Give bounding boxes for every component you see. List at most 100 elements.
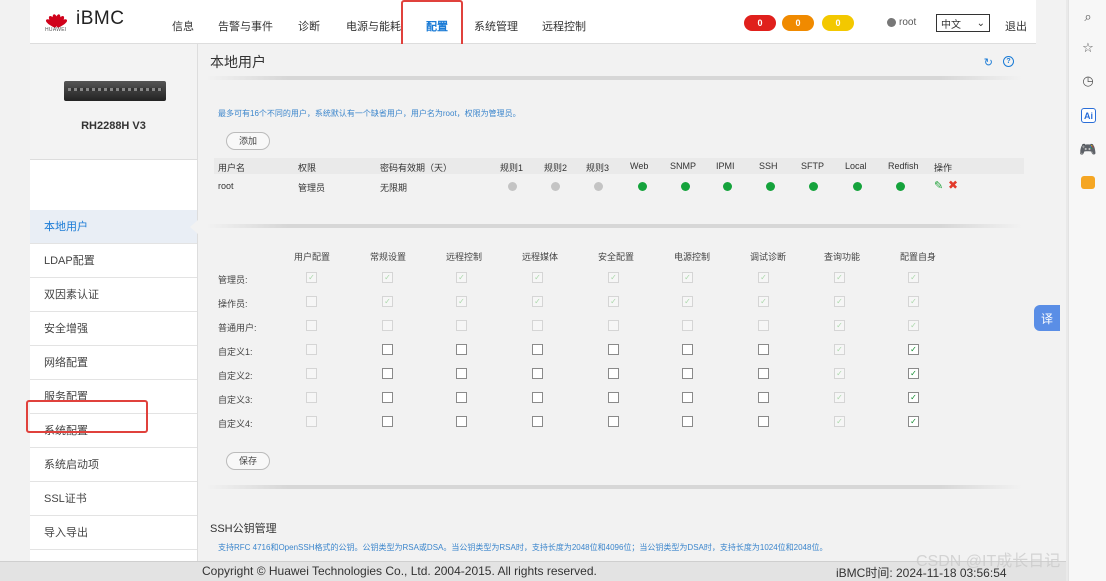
logout-link[interactable]: 退出 (1005, 18, 1027, 34)
user-icon (887, 18, 896, 27)
nav-alarms-events[interactable]: 告警与事件 (218, 18, 273, 34)
sidebar-item-boot-options[interactable]: 系统启动项 (30, 448, 197, 482)
nav-system-management[interactable]: 系统管理 (474, 18, 518, 34)
permission-checkbox: ✓ (908, 320, 919, 331)
permission-checkbox[interactable] (456, 344, 467, 355)
divider (206, 224, 1022, 228)
star-icon[interactable]: ☆ (1079, 39, 1097, 57)
sidebar: RH2288H V3 本地用户 LDAP配置 双因素认证 安全增强 网络配置 服… (30, 44, 198, 564)
col-header: 操作 (934, 163, 953, 173)
nav-remote-control[interactable]: 远程控制 (542, 18, 586, 34)
edit-icon[interactable]: ✎ (934, 179, 943, 192)
permission-checkbox: ✓ (306, 272, 317, 283)
permission-checkbox[interactable]: ✓ (908, 392, 919, 403)
col-header: IPMI (716, 161, 735, 171)
permission-row-label: 自定义1: (218, 347, 253, 357)
permission-checkbox[interactable] (682, 344, 693, 355)
huawei-logo-icon: HUAWEI (44, 8, 70, 33)
permission-checkbox[interactable]: ✓ (908, 344, 919, 355)
permission-checkbox[interactable]: ✓ (908, 368, 919, 379)
sidebar-item-two-factor[interactable]: 双因素认证 (30, 278, 197, 312)
language-select[interactable]: 中文 ⌄ (936, 14, 990, 32)
col-header: SFTP (801, 161, 825, 171)
perm-col-header: 常规设置 (370, 252, 407, 262)
history-icon[interactable]: ◷ (1079, 72, 1097, 90)
nav-power[interactable]: 电源与能耗 (346, 18, 401, 34)
top-navigation: HUAWEI iBMC 信息 告警与事件 诊断 电源与能耗 配置 系统管理 远程… (30, 0, 1036, 44)
permission-checkbox[interactable] (382, 416, 393, 427)
help-icon[interactable]: ? (1003, 56, 1014, 67)
permission-checkbox[interactable] (758, 368, 769, 379)
nav-diagnostics[interactable]: 诊断 (298, 18, 320, 34)
rule2-status-dot (551, 182, 560, 191)
permission-checkbox: ✓ (532, 296, 543, 307)
critical-alarm-badge[interactable]: 0 (744, 15, 776, 31)
permission-checkbox[interactable] (456, 392, 467, 403)
row-username: root (218, 181, 234, 191)
permission-checkbox[interactable] (608, 392, 619, 403)
sidebar-item-local-users[interactable]: 本地用户 (30, 210, 198, 244)
permission-row-label: 普通用户: (218, 323, 257, 333)
sidebar-item-import-export[interactable]: 导入导出 (30, 516, 197, 550)
permission-checkbox[interactable] (456, 416, 467, 427)
permission-checkbox[interactable] (682, 368, 693, 379)
delete-icon[interactable]: ✖ (948, 178, 958, 192)
permission-checkbox[interactable] (456, 368, 467, 379)
col-header: Local (845, 161, 867, 171)
ssh-section-title: SSH公钥管理 (210, 523, 277, 535)
sidebar-item-ldap[interactable]: LDAP配置 (30, 244, 197, 278)
major-alarm-badge[interactable]: 0 (782, 15, 814, 31)
permission-checkbox: ✓ (834, 368, 845, 379)
permission-checkbox: ✓ (908, 272, 919, 283)
permission-checkbox: ✓ (758, 296, 769, 307)
server-model: RH2288H V3 (81, 120, 146, 132)
minor-alarm-badge[interactable]: 0 (822, 15, 854, 31)
translate-button[interactable]: 译 (1034, 305, 1060, 331)
permission-checkbox (456, 320, 467, 331)
permission-checkbox[interactable] (682, 416, 693, 427)
game-icon[interactable]: 🎮 (1079, 140, 1097, 158)
permission-checkbox[interactable] (682, 392, 693, 403)
sftp-status-dot (809, 182, 818, 191)
permission-row-label: 自定义3: (218, 395, 253, 405)
permission-checkbox: ✓ (834, 320, 845, 331)
bag-icon[interactable] (1081, 176, 1095, 189)
permission-checkbox[interactable] (608, 368, 619, 379)
ai-icon[interactable]: Ai (1081, 108, 1096, 123)
sidebar-item-network[interactable]: 网络配置 (30, 346, 197, 380)
table-row: root 管理员 无限期 ✎ ✖ (214, 178, 1024, 194)
snmp-status-dot (681, 182, 690, 191)
permission-checkbox[interactable]: ✓ (908, 416, 919, 427)
permission-checkbox[interactable] (382, 392, 393, 403)
search-icon[interactable]: ⌕ (1079, 8, 1097, 26)
refresh-icon[interactable]: ↻ (984, 56, 993, 69)
current-user: root (887, 17, 916, 28)
sidebar-item-ssl[interactable]: SSL证书 (30, 482, 197, 516)
col-header: 规则1 (500, 163, 524, 173)
permission-checkbox[interactable] (382, 344, 393, 355)
permission-checkbox[interactable] (532, 416, 543, 427)
perm-col-header: 远程控制 (446, 252, 483, 262)
permission-checkbox (758, 320, 769, 331)
permission-checkbox[interactable] (532, 344, 543, 355)
sidebar-item-security[interactable]: 安全增强 (30, 312, 197, 346)
permission-checkbox[interactable] (608, 416, 619, 427)
col-header: Web (630, 161, 649, 171)
permission-checkbox[interactable] (382, 368, 393, 379)
permission-checkbox[interactable] (758, 392, 769, 403)
permission-checkbox[interactable] (532, 392, 543, 403)
permission-checkbox[interactable] (758, 344, 769, 355)
permission-checkbox[interactable] (758, 416, 769, 427)
page-title: 本地用户 (210, 54, 266, 70)
add-user-button[interactable]: 添加 (226, 132, 271, 150)
save-button[interactable]: 保存 (226, 452, 271, 470)
huawei-logo[interactable]: HUAWEI iBMC (44, 8, 124, 33)
permission-checkbox: ✓ (382, 296, 393, 307)
username: root (899, 17, 917, 28)
footer: Copyright © Huawei Technologies Co., Ltd… (0, 561, 1066, 581)
permission-checkbox: ✓ (834, 272, 845, 283)
permission-checkbox[interactable] (608, 344, 619, 355)
nav-info[interactable]: 信息 (172, 18, 194, 34)
row-expiry: 无限期 (380, 183, 408, 193)
permission-checkbox[interactable] (532, 368, 543, 379)
